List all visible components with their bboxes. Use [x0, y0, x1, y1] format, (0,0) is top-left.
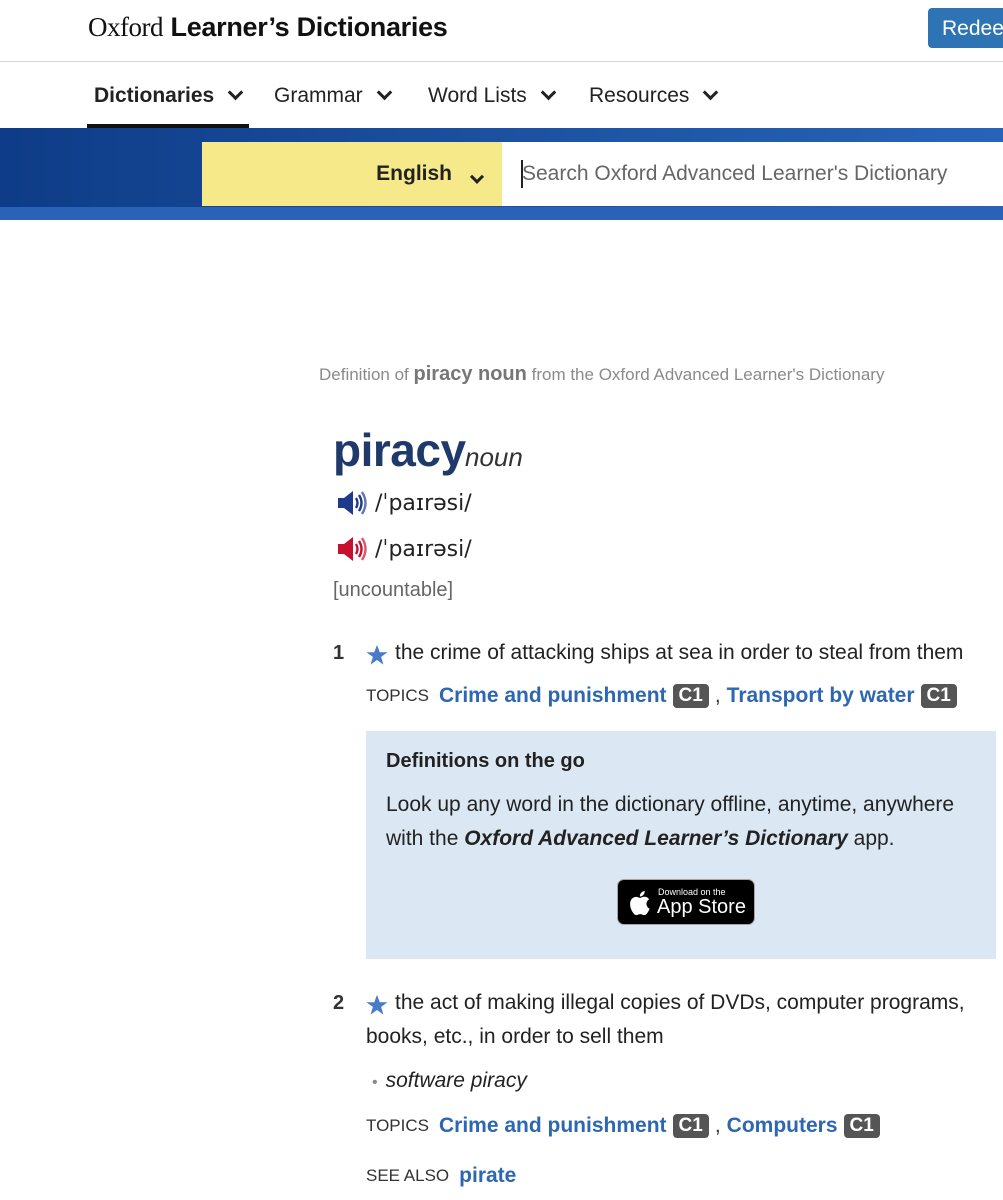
sense-topics: TOPICS Crime and punishment C1 , Transpo…: [366, 684, 957, 708]
text-cursor: [521, 160, 523, 188]
chevron-down-icon: [540, 84, 557, 101]
level-badge: C1: [920, 684, 957, 708]
topic-link[interactable]: Transport by water: [727, 684, 915, 708]
level-badge: C1: [843, 1114, 880, 1138]
phonetic-british: /ˈpaɪrəsi/: [375, 490, 472, 516]
separator: ,: [714, 1114, 721, 1137]
app-promo-box: Definitions on the go Look up any word i…: [366, 731, 996, 959]
example-sentence: • software piracy: [372, 1069, 527, 1093]
logo-name: Learner’s Dictionaries: [170, 12, 448, 42]
chevron-down-icon: [376, 84, 392, 101]
definition-source-word: piracy noun: [413, 363, 527, 385]
level-badge: C1: [672, 684, 709, 708]
grammar-label: [uncountable]: [333, 579, 454, 601]
search-input[interactable]: [502, 142, 1003, 206]
see-also-link[interactable]: pirate: [459, 1164, 516, 1188]
example-text: software piracy: [385, 1069, 527, 1092]
sense-number: 1: [333, 642, 345, 664]
top-header: Oxford Learner’s Dictionaries Redeem: [0, 0, 1003, 62]
nav-dictionaries[interactable]: Dictionaries: [86, 63, 250, 128]
headword: piracy: [333, 424, 466, 476]
definition-source-line: Definition of piracy noun from the Oxfor…: [319, 363, 884, 386]
nav-word-lists[interactable]: Word Lists: [428, 63, 557, 128]
part-of-speech: noun: [465, 442, 523, 472]
topic-link[interactable]: Crime and punishment: [439, 684, 667, 708]
nav-resources-label: Resources: [589, 83, 690, 107]
sense-topics: TOPICS Crime and punishment C1 , Compute…: [366, 1114, 880, 1138]
topics-label: TOPICS: [366, 686, 429, 705]
speaker-icon-british[interactable]: [337, 489, 367, 517]
star-icon: [366, 644, 388, 665]
topics-label: TOPICS: [366, 1116, 429, 1135]
search-band: English: [0, 128, 1003, 220]
chevron-down-icon: [469, 169, 485, 184]
language-select[interactable]: English: [202, 142, 502, 206]
pronunciation-american: /ˈpaɪrəsi/: [337, 534, 472, 564]
nav-word-lists-label: Word Lists: [428, 83, 527, 107]
promo-app-name: Oxford Advanced Learner’s Dictionary: [464, 827, 848, 850]
promo-text-after: app.: [853, 827, 895, 850]
see-also: SEE ALSO pirate: [366, 1164, 516, 1188]
promo-title: Definitions on the go: [386, 750, 585, 772]
see-also-label: SEE ALSO: [366, 1166, 450, 1185]
promo-text: Look up any word in the dictionary offli…: [386, 788, 976, 856]
language-select-value: English: [376, 162, 452, 185]
nav-resources[interactable]: Resources: [589, 63, 719, 128]
level-badge: C1: [672, 1114, 709, 1138]
separator: ,: [714, 684, 721, 707]
definition-source-suffix: from the Oxford Advanced Learner's Dicti…: [531, 365, 885, 384]
chevron-down-icon: [703, 84, 719, 101]
sense-definition: the crime of attacking ships at sea in o…: [395, 641, 964, 664]
speaker-icon-american[interactable]: [337, 535, 367, 563]
sense-number: 2: [333, 992, 345, 1014]
chevron-down-icon: [227, 84, 244, 101]
definition-source-prefix: Definition of: [319, 365, 409, 384]
site-logo[interactable]: Oxford Learner’s Dictionaries: [88, 12, 448, 43]
app-store-button[interactable]: Download on the App Store: [617, 879, 755, 925]
app-store-big-text: App Store: [657, 896, 746, 918]
nav-dictionaries-label: Dictionaries: [94, 83, 215, 107]
logo-brand: Oxford: [88, 12, 163, 42]
main-nav: Dictionaries Grammar Word Lists Resource…: [0, 63, 1003, 128]
pronunciation-british: /ˈpaɪrəsi/: [337, 488, 472, 518]
nav-grammar[interactable]: Grammar: [274, 63, 392, 128]
nav-grammar-label: Grammar: [274, 83, 363, 107]
redeem-button[interactable]: Redeem: [928, 8, 1003, 48]
phonetic-american: /ˈpaɪrəsi/: [375, 536, 472, 562]
topic-link[interactable]: Crime and punishment: [439, 1114, 667, 1138]
apple-icon: [630, 891, 650, 916]
topic-link[interactable]: Computers: [727, 1114, 838, 1138]
sense-definition: the act of making illegal copies of DVDs…: [366, 991, 965, 1048]
bullet: •: [372, 1074, 378, 1091]
